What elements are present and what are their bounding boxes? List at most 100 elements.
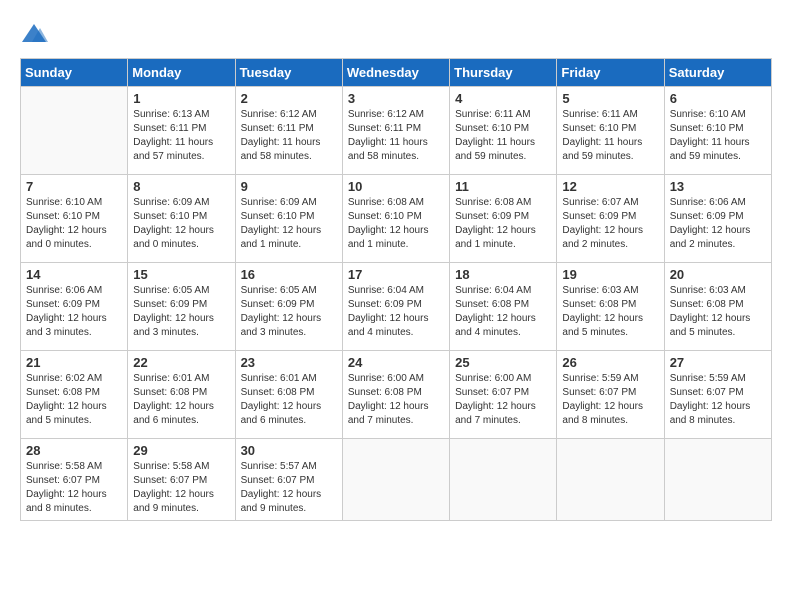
day-info: Sunrise: 6:05 AM Sunset: 6:09 PM Dayligh… [241,284,337,340]
calendar-week-row: 1 Sunrise: 6:13 AM Sunset: 6:11 PM Daylig… [21,87,772,175]
day-number: 29 [133,443,229,458]
header-wednesday: Wednesday [342,59,449,87]
calendar-cell: 7 Sunrise: 6:10 AM Sunset: 6:10 PM Daylig… [21,175,128,263]
day-number: 4 [455,91,551,106]
day-info: Sunrise: 6:08 AM Sunset: 6:10 PM Dayligh… [348,196,444,252]
day-info: Sunrise: 6:11 AM Sunset: 6:10 PM Dayligh… [562,108,658,164]
day-info: Sunrise: 6:06 AM Sunset: 6:09 PM Dayligh… [26,284,122,340]
day-info: Sunrise: 6:01 AM Sunset: 6:08 PM Dayligh… [133,372,229,428]
day-number: 11 [455,179,551,194]
calendar-cell [557,439,664,521]
day-number: 16 [241,267,337,282]
calendar-cell: 10 Sunrise: 6:08 AM Sunset: 6:10 PM Dayli… [342,175,449,263]
day-number: 18 [455,267,551,282]
day-number: 30 [241,443,337,458]
header-friday: Friday [557,59,664,87]
day-info: Sunrise: 6:10 AM Sunset: 6:10 PM Dayligh… [670,108,766,164]
day-number: 24 [348,355,444,370]
day-number: 19 [562,267,658,282]
day-number: 7 [26,179,122,194]
calendar-cell: 30 Sunrise: 5:57 AM Sunset: 6:07 PM Dayli… [235,439,342,521]
day-number: 17 [348,267,444,282]
day-number: 5 [562,91,658,106]
day-number: 28 [26,443,122,458]
calendar-cell: 15 Sunrise: 6:05 AM Sunset: 6:09 PM Dayli… [128,263,235,351]
day-info: Sunrise: 6:10 AM Sunset: 6:10 PM Dayligh… [26,196,122,252]
calendar-cell [342,439,449,521]
day-info: Sunrise: 6:12 AM Sunset: 6:11 PM Dayligh… [241,108,337,164]
calendar-cell: 29 Sunrise: 5:58 AM Sunset: 6:07 PM Dayli… [128,439,235,521]
day-info: Sunrise: 6:03 AM Sunset: 6:08 PM Dayligh… [562,284,658,340]
day-number: 12 [562,179,658,194]
calendar-cell: 18 Sunrise: 6:04 AM Sunset: 6:08 PM Dayli… [450,263,557,351]
calendar-cell [450,439,557,521]
calendar-cell: 13Sunrise: 6:06 AM Sunset: 6:09 PM Dayli… [664,175,771,263]
day-info: Sunrise: 6:09 AM Sunset: 6:10 PM Dayligh… [133,196,229,252]
day-number: 20 [670,267,766,282]
day-number: 23 [241,355,337,370]
calendar-cell: 14 Sunrise: 6:06 AM Sunset: 6:09 PM Dayli… [21,263,128,351]
calendar-cell: 22 Sunrise: 6:01 AM Sunset: 6:08 PM Dayli… [128,351,235,439]
calendar-week-row: 28 Sunrise: 5:58 AM Sunset: 6:07 PM Dayli… [21,439,772,521]
day-info: Sunrise: 6:09 AM Sunset: 6:10 PM Dayligh… [241,196,337,252]
day-info: Sunrise: 5:59 AM Sunset: 6:07 PM Dayligh… [562,372,658,428]
calendar-cell [21,87,128,175]
day-number: 6 [670,91,766,106]
calendar-cell: 3 Sunrise: 6:12 AM Sunset: 6:11 PM Daylig… [342,87,449,175]
calendar-cell: 11Sunrise: 6:08 AM Sunset: 6:09 PM Dayli… [450,175,557,263]
day-number: 22 [133,355,229,370]
calendar-cell: 26 Sunrise: 5:59 AM Sunset: 6:07 PM Dayli… [557,351,664,439]
header-saturday: Saturday [664,59,771,87]
calendar-cell: 6 Sunrise: 6:10 AM Sunset: 6:10 PM Daylig… [664,87,771,175]
header-monday: Monday [128,59,235,87]
calendar-week-row: 21Sunrise: 6:02 AM Sunset: 6:08 PM Dayli… [21,351,772,439]
day-info: Sunrise: 5:59 AM Sunset: 6:07 PM Dayligh… [670,372,766,428]
day-info: Sunrise: 6:07 AM Sunset: 6:09 PM Dayligh… [562,196,658,252]
calendar-cell: 5 Sunrise: 6:11 AM Sunset: 6:10 PM Daylig… [557,87,664,175]
day-info: Sunrise: 6:04 AM Sunset: 6:09 PM Dayligh… [348,284,444,340]
day-info: Sunrise: 6:03 AM Sunset: 6:08 PM Dayligh… [670,284,766,340]
logo-icon [20,20,48,48]
calendar-cell: 27 Sunrise: 5:59 AM Sunset: 6:07 PM Dayli… [664,351,771,439]
calendar-cell: 2Sunrise: 6:12 AM Sunset: 6:11 PM Daylig… [235,87,342,175]
day-number: 1 [133,91,229,106]
day-info: Sunrise: 5:57 AM Sunset: 6:07 PM Dayligh… [241,460,337,516]
calendar-cell: 9 Sunrise: 6:09 AM Sunset: 6:10 PM Daylig… [235,175,342,263]
day-info: Sunrise: 5:58 AM Sunset: 6:07 PM Dayligh… [133,460,229,516]
calendar-cell: 1 Sunrise: 6:13 AM Sunset: 6:11 PM Daylig… [128,87,235,175]
calendar-table: SundayMondayTuesdayWednesdayThursdayFrid… [20,58,772,521]
day-number: 8 [133,179,229,194]
calendar-cell: 25 Sunrise: 6:00 AM Sunset: 6:07 PM Dayli… [450,351,557,439]
day-number: 14 [26,267,122,282]
day-info: Sunrise: 6:05 AM Sunset: 6:09 PM Dayligh… [133,284,229,340]
header [20,20,772,48]
day-info: Sunrise: 6:00 AM Sunset: 6:07 PM Dayligh… [455,372,551,428]
day-info: Sunrise: 5:58 AM Sunset: 6:07 PM Dayligh… [26,460,122,516]
day-info: Sunrise: 6:13 AM Sunset: 6:11 PM Dayligh… [133,108,229,164]
day-number: 10 [348,179,444,194]
calendar-cell [664,439,771,521]
calendar-header-row: SundayMondayTuesdayWednesdayThursdayFrid… [21,59,772,87]
calendar-week-row: 7 Sunrise: 6:10 AM Sunset: 6:10 PM Daylig… [21,175,772,263]
day-number: 9 [241,179,337,194]
day-number: 3 [348,91,444,106]
calendar-week-row: 14 Sunrise: 6:06 AM Sunset: 6:09 PM Dayli… [21,263,772,351]
day-info: Sunrise: 6:02 AM Sunset: 6:08 PM Dayligh… [26,372,122,428]
calendar-cell: 20 Sunrise: 6:03 AM Sunset: 6:08 PM Dayli… [664,263,771,351]
calendar-cell: 19 Sunrise: 6:03 AM Sunset: 6:08 PM Dayli… [557,263,664,351]
day-info: Sunrise: 6:01 AM Sunset: 6:08 PM Dayligh… [241,372,337,428]
header-tuesday: Tuesday [235,59,342,87]
day-info: Sunrise: 6:04 AM Sunset: 6:08 PM Dayligh… [455,284,551,340]
calendar-cell: 16 Sunrise: 6:05 AM Sunset: 6:09 PM Dayli… [235,263,342,351]
day-number: 15 [133,267,229,282]
day-info: Sunrise: 6:00 AM Sunset: 6:08 PM Dayligh… [348,372,444,428]
calendar-cell: 21Sunrise: 6:02 AM Sunset: 6:08 PM Dayli… [21,351,128,439]
day-number: 27 [670,355,766,370]
day-number: 26 [562,355,658,370]
day-info: Sunrise: 6:11 AM Sunset: 6:10 PM Dayligh… [455,108,551,164]
day-info: Sunrise: 6:12 AM Sunset: 6:11 PM Dayligh… [348,108,444,164]
calendar-cell: 24 Sunrise: 6:00 AM Sunset: 6:08 PM Dayli… [342,351,449,439]
day-number: 13 [670,179,766,194]
day-number: 25 [455,355,551,370]
header-sunday: Sunday [21,59,128,87]
